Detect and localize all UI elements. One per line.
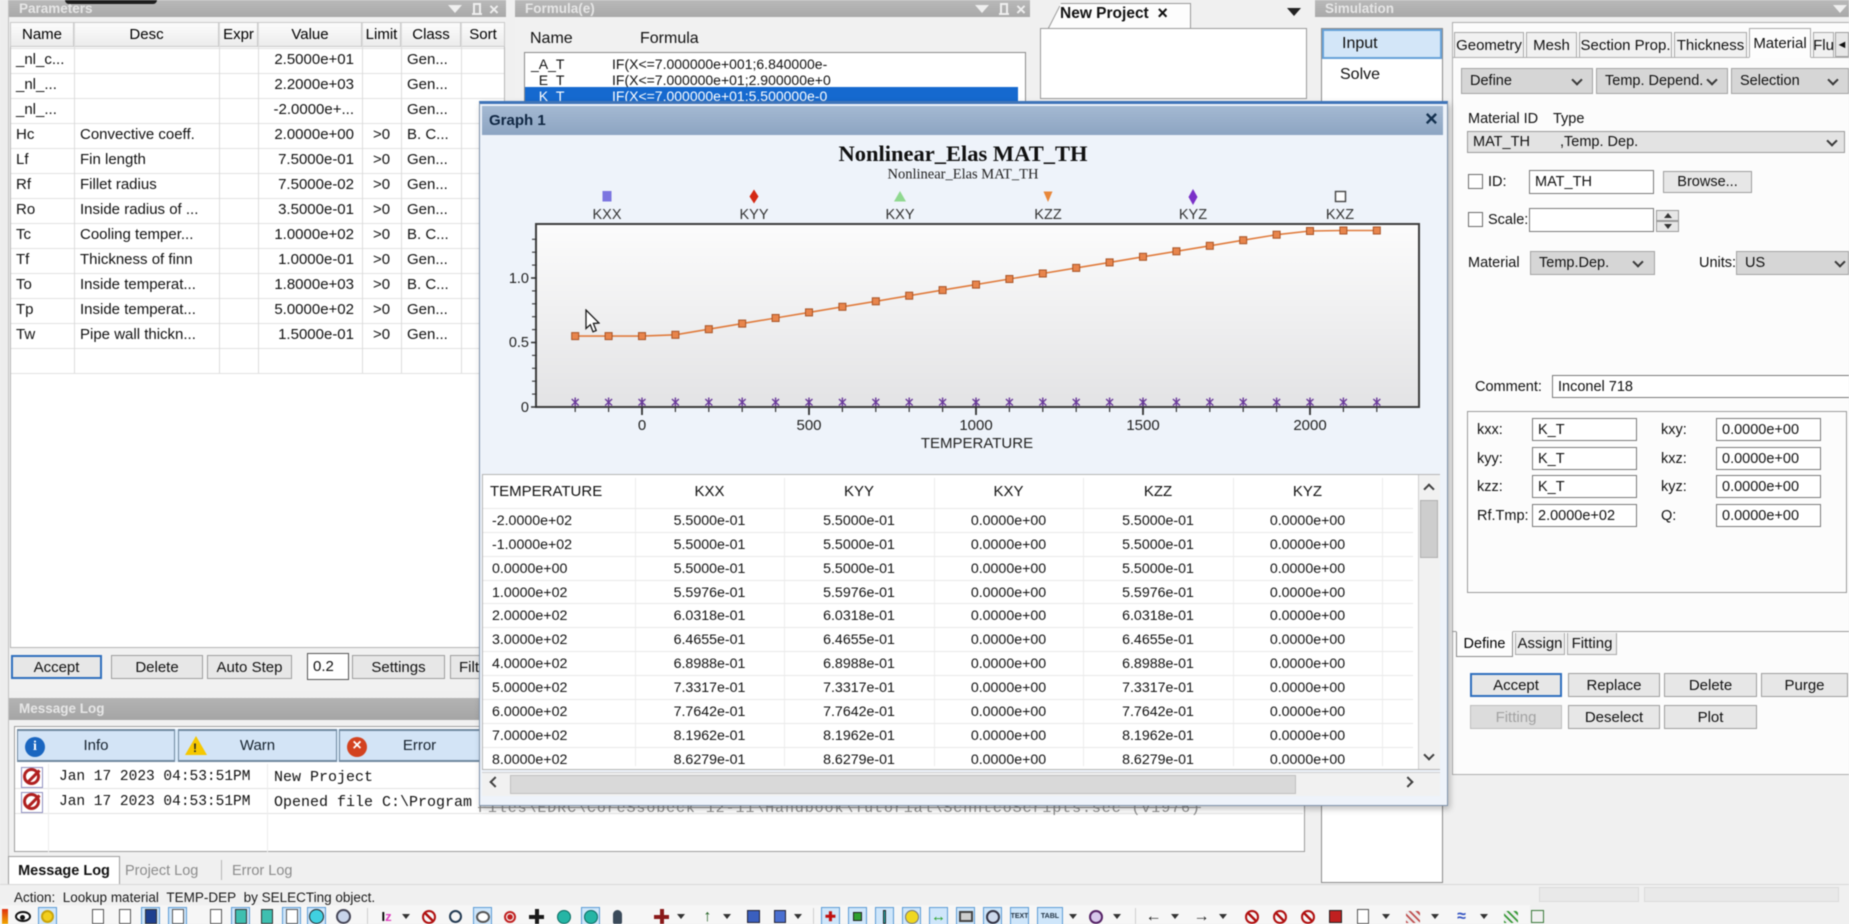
svg-text:1.0: 1.0 <box>509 271 529 287</box>
svg-text:1000: 1000 <box>959 417 992 434</box>
svg-text:KXX: KXX <box>592 207 621 223</box>
svg-text:500: 500 <box>796 417 821 434</box>
svg-text:1500: 1500 <box>1126 417 1159 434</box>
svg-text:KXY: KXY <box>885 207 914 223</box>
svg-text:Nonlinear_Elas MAT_TH: Nonlinear_Elas MAT_TH <box>839 141 1088 166</box>
svg-text:KYY: KYY <box>739 207 768 223</box>
svg-text:TEMPERATURE: TEMPERATURE <box>921 435 1033 452</box>
svg-text:0.5: 0.5 <box>509 335 529 351</box>
svg-text:0: 0 <box>521 400 529 416</box>
svg-text:KYZ: KYZ <box>1179 207 1207 223</box>
svg-text:2000: 2000 <box>1293 417 1326 434</box>
svg-text:Nonlinear_Elas MAT_TH: Nonlinear_Elas MAT_TH <box>887 167 1039 183</box>
svg-text:0: 0 <box>638 417 646 434</box>
svg-text:KZZ: KZZ <box>1034 207 1062 223</box>
svg-text:KXZ: KXZ <box>1326 207 1354 223</box>
